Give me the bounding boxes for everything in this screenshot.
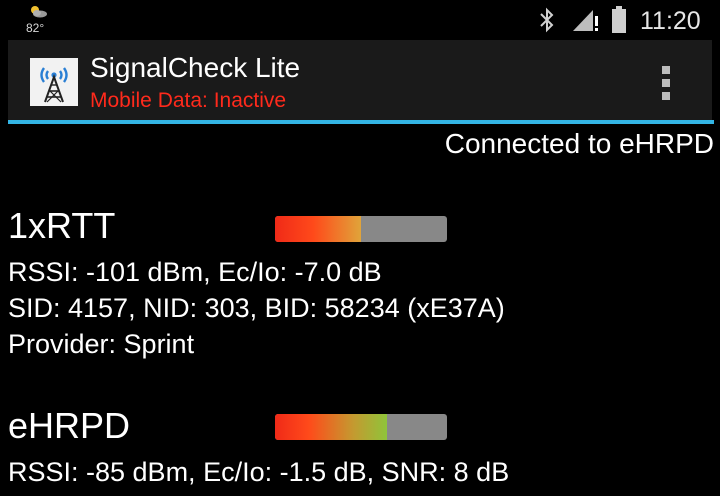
weather-icon (31, 6, 47, 18)
ids-line-1xrtt: SID: 4157, NID: 303, BID: 58234 (xE37A) (8, 293, 505, 323)
temperature-label: 82° (26, 21, 45, 35)
bluetooth-icon (540, 7, 554, 33)
signal-meter-ehrpd (275, 414, 447, 440)
connection-status: Connected to eHRPD (444, 128, 714, 159)
app-title: SignalCheck Lite (90, 52, 301, 83)
signal-line-ehrpd: RSSI: -85 dBm, Ec/Io: -1.5 dB, SNR: 8 dB (8, 457, 510, 487)
cell-tower-graphic (40, 67, 68, 103)
cell-tower-icon[interactable] (30, 58, 78, 106)
network-title-1xrtt: 1xRTT (8, 205, 116, 246)
action-bar: SignalCheck Lite Mobile Data: Inactive (8, 40, 712, 120)
signal-line-1xrtt: RSSI: -101 dBm, Ec/Io: -7.0 dB (8, 257, 382, 287)
battery-icon (612, 6, 626, 33)
weather-widget: 82° (24, 4, 54, 35)
mobile-data-status: Mobile Data: Inactive (90, 89, 287, 112)
menu-dot (662, 79, 670, 87)
menu-dot (662, 66, 670, 74)
signal-meter-fill (275, 216, 361, 242)
status-bar: 82° 11:20 (0, 0, 720, 40)
clock: 11:20 (640, 7, 701, 35)
menu-dot (662, 92, 670, 100)
action-bar-divider (8, 120, 714, 124)
signal-icon (573, 10, 598, 31)
network-title-ehrpd: eHRPD (8, 405, 131, 446)
provider-line-1xrtt: Provider: Sprint (8, 329, 195, 359)
overflow-menu-icon[interactable] (656, 64, 680, 102)
signal-meter-fill (275, 414, 387, 440)
signal-meter-1xrtt (275, 216, 447, 242)
